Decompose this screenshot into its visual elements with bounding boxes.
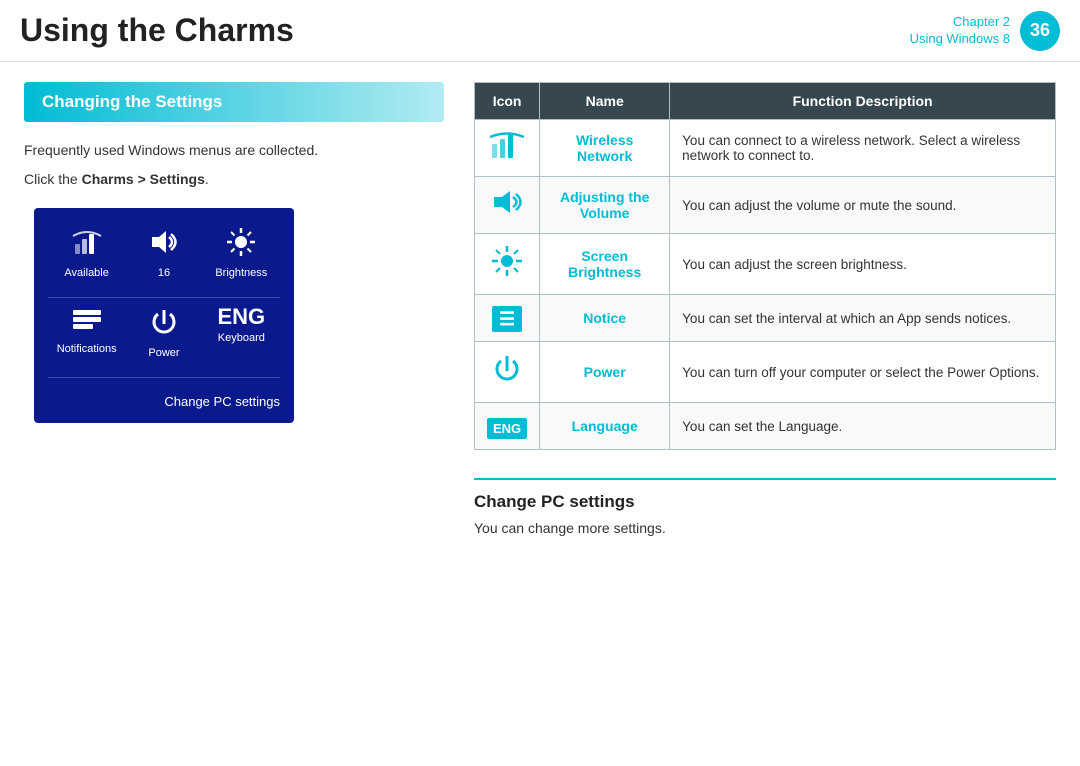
section-header-text: Changing the Settings (42, 92, 222, 111)
page-badge: 36 (1020, 11, 1060, 51)
right-column: Icon Name Function Description WirelessN… (474, 82, 1056, 536)
page-header: Using the Charms Chapter 2 Using Windows… (0, 0, 1080, 62)
table-row: PowerYou can turn off your computer or s… (475, 342, 1056, 403)
desc-text-2-bold: Charms > Settings (82, 171, 205, 187)
win8-keyboard-label: Keyboard (218, 332, 265, 344)
table-cell-icon (475, 234, 540, 295)
table-row: WirelessNetworkYou can connect to a wire… (475, 120, 1056, 177)
table-cell-desc: You can adjust the screen brightness. (670, 234, 1056, 295)
table-cell-icon (475, 177, 540, 234)
table-cell-name: Adjusting theVolume (540, 177, 670, 234)
win8-volume-label: 16 (158, 267, 170, 279)
table-cell-name: WirelessNetwork (540, 120, 670, 177)
section-header-changing-settings: Changing the Settings (24, 82, 444, 122)
col-header-name: Name (540, 83, 670, 120)
win8-icon-brightness: Brightness (206, 226, 276, 279)
col-header-icon: Icon (475, 83, 540, 120)
col-header-desc: Function Description (670, 83, 1056, 120)
table-cell-icon (475, 342, 540, 403)
desc-text-1: Frequently used Windows menus are collec… (24, 140, 444, 161)
desc-text-2: Click the Charms > Settings. (24, 169, 444, 190)
win8-icon-keyboard: ENG Keyboard (206, 306, 276, 359)
table-cell-name: Power (540, 342, 670, 403)
table-cell-desc: You can adjust the volume or mute the so… (670, 177, 1056, 234)
settings-table: Icon Name Function Description WirelessN… (474, 82, 1056, 450)
win8-icon-notifications: Notifications (52, 306, 122, 359)
table-cell-name: Notice (540, 295, 670, 342)
table-cell-desc: You can turn off your computer or select… (670, 342, 1056, 403)
win8-change-pc-settings: Change PC settings (48, 388, 280, 409)
win8-notifications-label: Notifications (57, 343, 117, 355)
win8-power-icon (148, 306, 180, 343)
win8-brightness-icon (225, 226, 257, 263)
desc-text-2-suffix: . (205, 171, 209, 187)
change-pc-title: Change PC settings (474, 492, 1056, 512)
win8-settings-panel: Available 16 (34, 208, 294, 423)
chapter-label: Chapter 2 (910, 14, 1010, 31)
table-cell-icon: ☰ (475, 295, 540, 342)
header-right: Chapter 2 Using Windows 8 36 (910, 11, 1060, 51)
table-row: ENGLanguageYou can set the Language. (475, 403, 1056, 450)
main-content: Changing the Settings Frequently used Wi… (0, 62, 1080, 556)
win8-brightness-label: Brightness (215, 267, 267, 279)
win8-icon-available: Available (52, 226, 122, 279)
chapter-sublabel: Using Windows 8 (910, 31, 1010, 48)
win8-available-label: Available (64, 267, 108, 279)
table-header-row: Icon Name Function Description (475, 83, 1056, 120)
table-row: ☰NoticeYou can set the interval at which… (475, 295, 1056, 342)
table-cell-desc: You can set the Language. (670, 403, 1056, 450)
table-row: Adjusting theVolumeYou can adjust the vo… (475, 177, 1056, 234)
win8-divider-2 (48, 377, 280, 378)
table-cell-name: Language (540, 403, 670, 450)
change-pc-section: Change PC settings You can change more s… (474, 478, 1056, 536)
win8-notifications-icon (71, 306, 103, 339)
win8-icon-power: Power (129, 306, 199, 359)
win8-icon-volume: 16 (129, 226, 199, 279)
win8-wifi-icon (71, 226, 103, 263)
page-title: Using the Charms (20, 12, 294, 49)
win8-keyboard-icon: ENG (217, 306, 265, 328)
table-cell-name: ScreenBrightness (540, 234, 670, 295)
table-cell-icon (475, 120, 540, 177)
table-cell-desc: You can set the interval at which an App… (670, 295, 1056, 342)
change-pc-desc: You can change more settings. (474, 520, 1056, 536)
win8-power-label: Power (148, 347, 179, 359)
win8-volume-icon (148, 226, 180, 263)
table-row: ScreenBrightnessYou can adjust the scree… (475, 234, 1056, 295)
table-cell-icon: ENG (475, 403, 540, 450)
win8-icons-row-2: Notifications Power ENG Keyboard (48, 306, 280, 359)
chapter-info: Chapter 2 Using Windows 8 (910, 14, 1010, 48)
win8-icons-row-1: Available 16 (48, 226, 280, 279)
table-cell-desc: You can connect to a wireless network. S… (670, 120, 1056, 177)
left-column: Changing the Settings Frequently used Wi… (24, 82, 444, 536)
win8-divider (48, 297, 280, 298)
desc-text-2-prefix: Click the (24, 171, 82, 187)
